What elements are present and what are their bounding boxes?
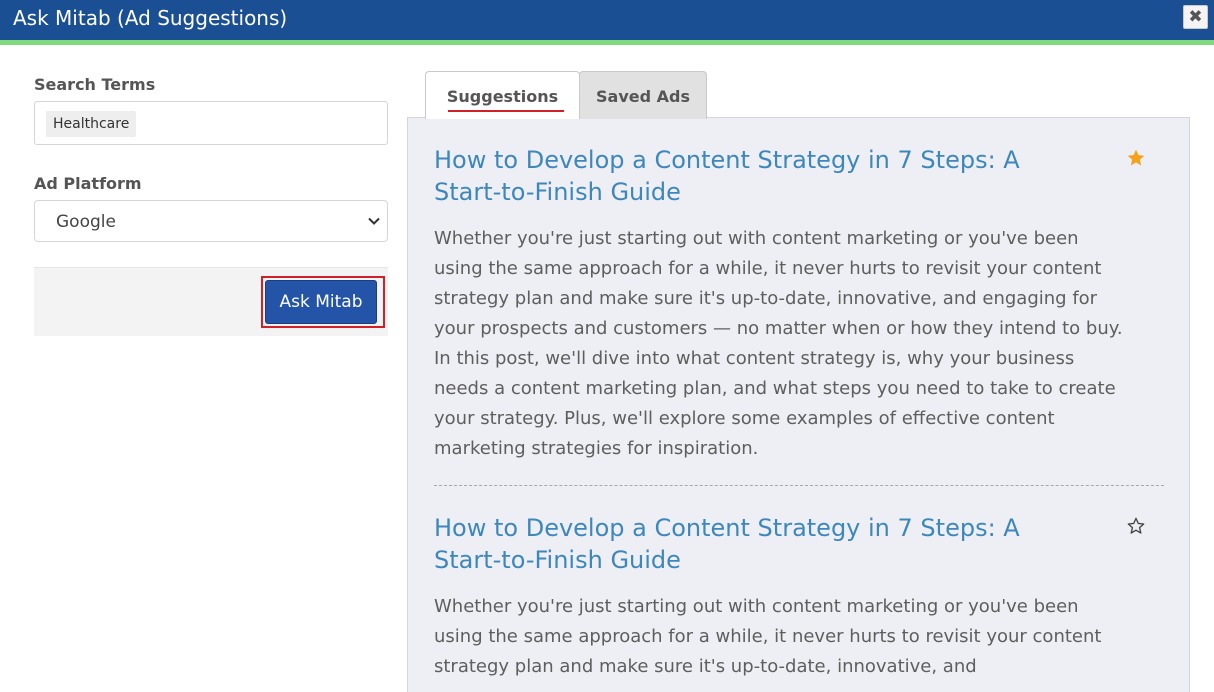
ad-platform-select[interactable]: Google xyxy=(34,200,388,242)
suggestion-headline[interactable]: How to Develop a Content Strategy in 7 S… xyxy=(434,144,1084,208)
accent-line xyxy=(0,40,1214,45)
suggestion-divider xyxy=(434,485,1164,486)
search-terms-label: Search Terms xyxy=(34,75,156,94)
suggestion-body: Whether you're just starting out with co… xyxy=(434,228,1123,459)
window-titlebar: Ask Mitab (Ad Suggestions) ✖ xyxy=(0,0,1214,40)
suggestion-card: How to Develop a Content Strategy in 7 S… xyxy=(434,512,1164,682)
suggestions-panel[interactable]: How to Develop a Content Strategy in 7 S… xyxy=(407,117,1190,692)
suggestion-headline[interactable]: How to Develop a Content Strategy in 7 S… xyxy=(434,512,1084,576)
star-filled-icon[interactable] xyxy=(1126,148,1146,168)
search-term-tag[interactable]: Healthcare xyxy=(46,111,137,137)
suggestion-body: Whether you're just starting out with co… xyxy=(434,596,1102,677)
search-terms-input[interactable]: Healthcare xyxy=(34,101,388,145)
ad-platform-label: Ad Platform xyxy=(34,174,142,193)
ask-mitab-button[interactable]: Ask Mitab xyxy=(265,280,377,324)
form-action-bar: Ask Mitab xyxy=(34,267,388,336)
tab-saved-ads[interactable]: Saved Ads xyxy=(579,71,707,119)
active-tab-underline xyxy=(448,110,564,112)
close-button[interactable]: ✖ xyxy=(1183,5,1208,29)
suggestion-card: How to Develop a Content Strategy in 7 S… xyxy=(434,144,1164,464)
window-title: Ask Mitab (Ad Suggestions) xyxy=(13,6,288,30)
star-outline-icon[interactable] xyxy=(1126,516,1146,536)
ad-platform-value: Google xyxy=(56,212,116,232)
chevron-down-icon xyxy=(368,217,380,225)
